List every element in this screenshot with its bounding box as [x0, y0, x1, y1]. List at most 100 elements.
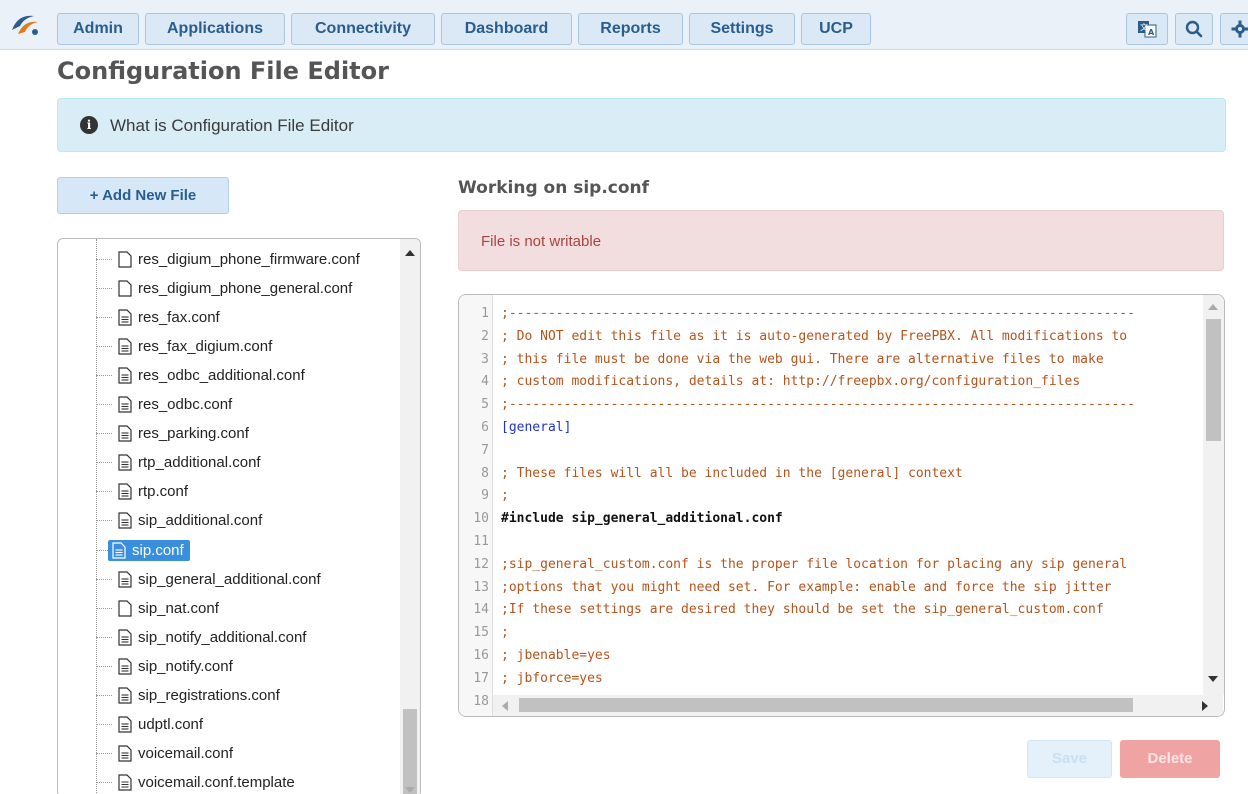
tree-item[interactable]: sip_general_additional.conf: [96, 565, 321, 593]
scroll-up-arrow-icon[interactable]: [405, 249, 415, 257]
tree-item-selected[interactable]: sip.conf: [108, 539, 190, 561]
tree-item[interactable]: voicemail.conf.template: [96, 769, 295, 794]
tree-item[interactable]: voicemail.conf: [96, 740, 233, 768]
tree-item-label: sip_additional.conf: [138, 512, 263, 530]
save-button[interactable]: Save: [1027, 740, 1112, 778]
tree-item[interactable]: sip_registrations.conf: [96, 682, 280, 710]
tree-item[interactable]: sip_notify_additional.conf: [96, 623, 306, 651]
editor-scroll-left-icon[interactable]: [501, 701, 509, 711]
editor-scroll-right-icon[interactable]: [1201, 701, 1209, 711]
scroll-down-arrow-icon[interactable]: [405, 786, 415, 794]
code-editor[interactable]: 1 ;--------------------------------------…: [458, 294, 1225, 717]
code-line[interactable]: 9;: [459, 485, 1204, 508]
tree-item-content[interactable]: sip_general_additional.conf: [118, 571, 321, 588]
tree-item[interactable]: sip_notify.conf: [96, 652, 233, 680]
code-line[interactable]: 7: [459, 440, 1204, 463]
nav-dashboard[interactable]: Dashboard: [441, 13, 572, 45]
code-line[interactable]: 10 #include sip_general_additional.conf: [459, 508, 1204, 531]
code-line[interactable]: 14 ;If these settings are desired they sh…: [459, 599, 1204, 622]
tree-scroll-thumb[interactable]: [403, 709, 417, 794]
tree-item[interactable]: res_digium_phone_firmware.conf: [96, 245, 360, 273]
tree-item[interactable]: udptl.conf: [96, 711, 203, 739]
editor-horizontal-scrollbar[interactable]: [493, 695, 1223, 716]
code-line[interactable]: 2 ; Do NOT edit this file as it is auto-g…: [459, 326, 1204, 349]
tree-item-content[interactable]: sip_nat.conf: [118, 600, 219, 617]
code-line[interactable]: 6 [general]: [459, 417, 1204, 440]
code-line[interactable]: 13 ;options that you might need set. For …: [459, 577, 1204, 600]
nav-settings[interactable]: Settings: [689, 13, 795, 45]
svg-text:A: A: [1148, 28, 1155, 37]
tree-item[interactable]: rtp.conf: [96, 478, 188, 506]
tree-item[interactable]: res_odbc_additional.conf: [96, 361, 305, 389]
nav-ucp[interactable]: UCP: [801, 13, 871, 45]
tree-item-content[interactable]: res_digium_phone_general.conf: [118, 280, 352, 297]
tree-item[interactable]: sip.conf: [96, 536, 190, 564]
code-line[interactable]: 4 ; custom modifications, details at: htt…: [459, 371, 1204, 394]
code-line[interactable]: 8 ; These files will all be included in t…: [459, 463, 1204, 486]
code-line[interactable]: 5 ;--------------------------------------…: [459, 394, 1204, 417]
info-panel[interactable]: i What is Configuration File Editor: [57, 98, 1226, 152]
tree-connector: [96, 753, 112, 755]
editor-hscroll-thumb[interactable]: [519, 698, 1133, 712]
tree-item-label: res_fax_digium.conf: [138, 337, 273, 355]
nav-connectivity[interactable]: Connectivity: [291, 13, 435, 45]
code-line[interactable]: 3 ; this file must be done via the web gu…: [459, 349, 1204, 372]
tree-connector: [96, 374, 112, 376]
tree-item-label: voicemail.conf: [138, 745, 234, 763]
tree-item-content[interactable]: res_parking.conf: [118, 425, 249, 442]
editor-vertical-scrollbar[interactable]: [1203, 295, 1224, 695]
nav-applications[interactable]: Applications: [145, 13, 285, 45]
add-new-file-button[interactable]: + Add New File: [57, 177, 229, 214]
tree-item[interactable]: res_fax.conf: [96, 303, 220, 331]
tree-item-content[interactable]: voicemail.conf.template: [118, 774, 295, 791]
language-button[interactable]: 文 A: [1126, 13, 1168, 45]
tree-item[interactable]: res_digium_phone_general.conf: [96, 274, 352, 302]
file-text-icon: [112, 541, 126, 559]
nav-reports[interactable]: Reports: [578, 13, 683, 45]
editor-scroll-down-icon[interactable]: [1208, 675, 1218, 683]
tree-item-content[interactable]: rtp.conf: [118, 483, 188, 500]
file-text-icon: [118, 658, 132, 675]
code-line[interactable]: 11: [459, 531, 1204, 554]
tree-item[interactable]: res_odbc.conf: [96, 391, 232, 419]
search-button[interactable]: [1175, 13, 1213, 45]
tree-item[interactable]: rtp_additional.conf: [96, 449, 261, 477]
tree-item-content[interactable]: sip_additional.conf: [118, 512, 262, 529]
tree-item-content[interactable]: res_odbc_additional.conf: [118, 367, 305, 384]
line-number: 16: [473, 647, 489, 663]
tree-item[interactable]: sip_additional.conf: [96, 507, 262, 535]
tree-item-content[interactable]: voicemail.conf: [118, 745, 233, 762]
tree-item-content[interactable]: rtp_additional.conf: [118, 454, 261, 471]
code-text: ;---------------------------------------…: [501, 306, 1135, 321]
code-line[interactable]: 12 ;sip_general_custom.conf is the proper…: [459, 554, 1204, 577]
code-line[interactable]: 1 ;--------------------------------------…: [459, 303, 1204, 326]
tree-scrollbar[interactable]: [400, 239, 420, 794]
delete-button[interactable]: Delete: [1120, 740, 1220, 778]
file-outline-icon: [118, 279, 132, 297]
code-text: ;options that you might need set. For ex…: [501, 579, 1112, 595]
code-line[interactable]: 16 ; jbenable=yes: [459, 645, 1204, 668]
nav-admin[interactable]: Admin: [57, 13, 139, 45]
tree-item-content[interactable]: res_digium_phone_firmware.conf: [118, 251, 360, 268]
tree-item-content[interactable]: sip_registrations.conf: [118, 687, 280, 704]
settings-button[interactable]: [1220, 13, 1248, 45]
code-text: ; this file must be done via the web gui…: [501, 351, 1104, 367]
tree-connector: [96, 665, 112, 667]
tree-item[interactable]: res_fax_digium.conf: [96, 332, 272, 360]
tree-item-content[interactable]: res_fax_digium.conf: [118, 338, 272, 355]
tree-item[interactable]: res_parking.conf: [96, 420, 249, 448]
editor-scroll-up-icon[interactable]: [1208, 303, 1218, 311]
freepbx-logo-icon[interactable]: [8, 10, 42, 38]
tree-item-content[interactable]: sip_notify.conf: [118, 658, 233, 675]
code-line[interactable]: 17 ; jbforce=yes: [459, 668, 1204, 691]
tree-item-content[interactable]: res_odbc.conf: [118, 396, 232, 413]
tree-item[interactable]: sip_nat.conf: [96, 594, 219, 622]
search-icon: [1185, 20, 1203, 38]
tree-item-content[interactable]: res_fax.conf: [118, 309, 220, 326]
editor-vscroll-thumb[interactable]: [1206, 319, 1221, 441]
code-text: ;If these settings are desired they shou…: [501, 602, 1104, 618]
tree-connector: [96, 520, 112, 522]
tree-item-content[interactable]: udptl.conf: [118, 716, 203, 733]
code-line[interactable]: 15;: [459, 622, 1204, 645]
tree-item-content[interactable]: sip_notify_additional.conf: [118, 629, 306, 646]
